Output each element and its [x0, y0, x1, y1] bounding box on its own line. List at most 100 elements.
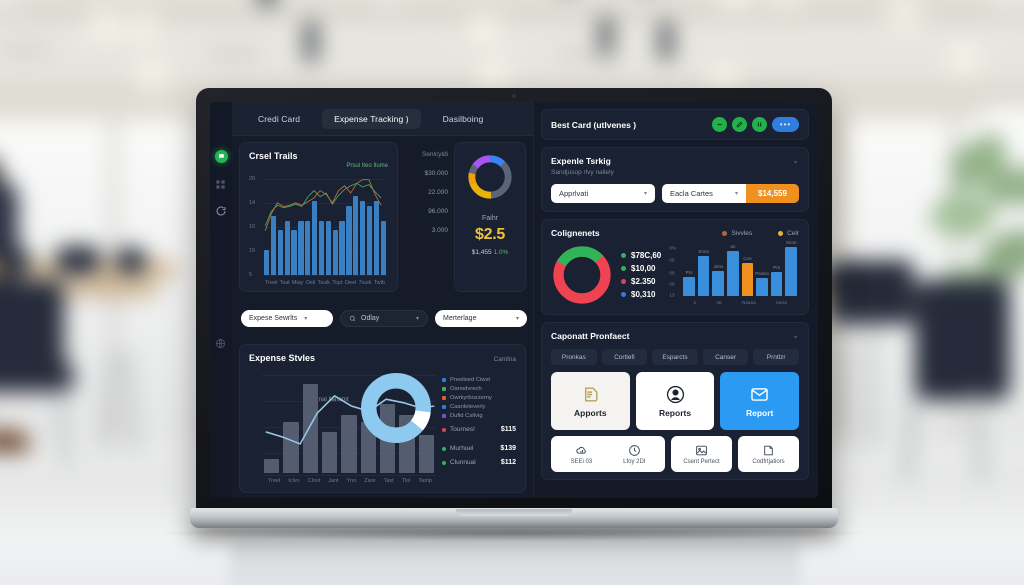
pause-button[interactable]: [752, 117, 767, 132]
expense-header: Expense Stvles Cantlna: [249, 353, 516, 363]
select-value: Eacla Cartes: [670, 189, 713, 198]
trends-lines: [264, 179, 382, 232]
bar: Passia: [755, 271, 769, 296]
chevron-down-icon[interactable]: ⌄: [792, 331, 799, 340]
y-tick: 20: [249, 175, 256, 182]
chip-cortlefi[interactable]: Cortlefi: [601, 349, 648, 365]
tile-label: Reports: [658, 407, 692, 418]
gauge-label: Faihr: [482, 215, 498, 222]
tile-apports[interactable]: Apports: [551, 372, 630, 430]
tag-icon: [584, 386, 598, 402]
chair: [56, 246, 100, 274]
x-tick: Topt: [332, 280, 343, 286]
laptop-base-notch: [456, 509, 572, 516]
tile-codfrtjatiors[interactable]: Codfrtjatiors: [738, 436, 799, 472]
multicolor-donut-chart: [468, 155, 512, 199]
tab-expense-tracking[interactable]: Expense Tracking ): [322, 108, 421, 129]
action-buttons: •••: [712, 117, 799, 132]
y-tick: 10: [249, 223, 256, 230]
expense-body: Pornal Ilartomt Treel Iclvo Clost Jant Y…: [249, 366, 516, 484]
expense-link[interactable]: Cantlna: [494, 356, 516, 363]
mail-icon: [751, 387, 768, 401]
right-panel: Best Card (utlvenes ) ••• Expenle Tsrkig…: [533, 102, 818, 498]
cards-select[interactable]: Eacla Cartes ▾: [662, 184, 746, 203]
sidebar-item-chat[interactable]: [214, 150, 228, 163]
tile-lfoy[interactable]: Lfoy 2DI: [623, 444, 646, 465]
chevron-down-icon: ▾: [643, 191, 647, 197]
bar: [264, 459, 280, 473]
approval-select[interactable]: Apprlvati ▾: [551, 184, 655, 203]
legend-total: Murhuel $139: [442, 445, 516, 452]
expense-styles-card: Expense Stvles Cantlna Pornal Ilartomt T…: [239, 344, 526, 493]
x-tick: 7suik: [358, 280, 372, 286]
y-tick: 5: [249, 271, 253, 278]
chip-prntlzr[interactable]: Prntlzr: [753, 349, 799, 365]
bar-tag: an: [730, 243, 736, 249]
axis-value: 22.000: [428, 189, 448, 196]
tab-bar: Credi Card Expense Tracking ) Dasilboing: [232, 102, 533, 136]
tile-group-left: SEEi 03 Lfoy 2DI: [551, 436, 665, 472]
expense-x-axis: Treel Iclvo Clost Jant Yno Zare Tast Tlol Tamp: [264, 478, 436, 484]
tab-dashboard[interactable]: Dasilboing: [431, 109, 496, 129]
more-dots-icon[interactable]: •••: [772, 117, 799, 132]
filter-label: Expese Sewrlts: [249, 314, 298, 322]
tab-credit-card[interactable]: Credi Card: [246, 109, 312, 129]
expense-donut-chart: [361, 373, 431, 443]
axis-value: 96.000: [428, 208, 448, 215]
legend-item: Oanodvrech: [442, 386, 516, 392]
tile-reports[interactable]: Reports: [635, 372, 715, 430]
categories-bar-chart: 0% 05 00 00 13 Prs Snnn Jsnn an Cnn Passia Prs…: [669, 240, 797, 306]
categories-card: Colignenets Sivvles Celr $78C,60 $10,00 …: [541, 219, 809, 315]
search-input[interactable]: Odlay ▾: [340, 309, 428, 327]
chair: [915, 280, 1010, 400]
categories-values: $78C,60 $10,00 $2.350 $0,310: [621, 251, 661, 299]
filter-expense-series[interactable]: Expese Sewrlts ▾: [241, 309, 333, 327]
chevron-down-icon: ▾: [734, 191, 738, 197]
tile-label: Csent Pertect: [683, 458, 720, 465]
bar-tag: Jsnn: [713, 263, 724, 269]
desk-reflection: [230, 540, 800, 585]
refresh-icon[interactable]: [215, 204, 228, 217]
x-tick: Clost: [307, 478, 321, 484]
image-icon: [696, 445, 707, 455]
chevron-down-icon: ▾: [304, 315, 308, 322]
tile-csent-pertect[interactable]: Csent Pertect: [671, 436, 732, 472]
tile-label: Lfoy 2DI: [623, 458, 646, 465]
tile-label: SEEi 03: [570, 458, 593, 465]
chip-pronkas[interactable]: Pronkas: [551, 349, 597, 365]
search-placeholder: Odlay: [361, 314, 380, 322]
bar: [291, 230, 297, 275]
categories-body: $78C,60 $10,00 $2.350 $0,310 0% 05 00 00: [551, 240, 799, 306]
credit-trends-card: Crsel Trails Prsul Iteo Ilume 20 14 10 1…: [239, 142, 398, 292]
trends-title: Crsel Trails: [249, 151, 298, 161]
chevron-down-icon[interactable]: ⌄: [792, 156, 799, 165]
legend-item: Celr: [778, 230, 799, 237]
expense-title: Expense Stvles: [249, 353, 316, 363]
user-circle-icon: [666, 385, 684, 403]
minus-button[interactable]: [712, 117, 727, 132]
x-tick: Tamp: [418, 478, 432, 484]
tile-report[interactable]: Report: [720, 372, 800, 430]
tracking-header: Expenle Tsrkig Sandjusop rlvy nallely ⌄: [551, 156, 799, 176]
filter-merterlage[interactable]: Merterlage ▾: [435, 309, 527, 327]
product-tiles: Apports Reports Report: [551, 372, 800, 430]
bar: [332, 230, 338, 275]
left-icon-rail: [210, 102, 232, 498]
left-body: Crsel Trails Prsul Iteo Ilume 20 14 10 1…: [232, 136, 544, 498]
trends-plot: 20 14 10 19 5 Treel Tsat Miay Oeil Tsuik…: [249, 172, 388, 286]
filter-label: Merterlage: [443, 314, 477, 322]
bar-tag: Snnn: [698, 248, 710, 254]
chip-esparcts[interactable]: Esparcts: [652, 349, 698, 365]
y-tick: 19: [249, 247, 256, 254]
grid-icon[interactable]: [215, 177, 228, 190]
chip-canser[interactable]: Canser: [702, 349, 749, 365]
tile-seei[interactable]: SEEi 03: [570, 444, 592, 465]
tracking-amount[interactable]: $14,559: [746, 184, 799, 203]
edit-button[interactable]: [732, 117, 747, 132]
globe-icon[interactable]: [215, 336, 228, 349]
gauge-amount: $2.5: [475, 226, 505, 243]
tile-label: Report: [745, 407, 774, 418]
gauge-subtext: $1,455 1.0%: [472, 249, 509, 256]
bar: [264, 250, 270, 275]
laptop-screen: Credi Card Expense Tracking ) Dasilboing…: [210, 102, 818, 498]
